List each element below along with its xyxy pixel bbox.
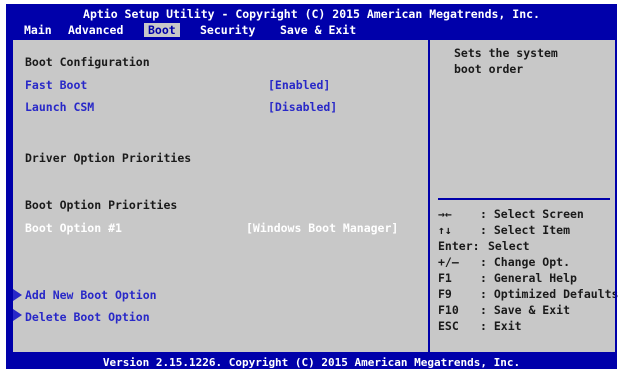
key-select-screen-desc: : Select Screen [480, 207, 584, 221]
tab-save-exit[interactable]: Save & Exit [276, 23, 360, 37]
fast-boot-label[interactable]: Fast Boot [25, 78, 87, 92]
key-enter: Enter: [438, 239, 480, 253]
key-enter-desc: Select [488, 239, 530, 253]
submenu-arrow-icon [13, 289, 22, 301]
key-select-item-icon: ↑↓ [438, 223, 452, 237]
submenu-arrow-icon [13, 309, 22, 321]
bios-screen: Aptio Setup Utility - Copyright (C) 2015… [6, 4, 619, 369]
key-f10: F10 [438, 303, 459, 317]
help-text-line-2: boot order [454, 62, 524, 76]
tab-security[interactable]: Security [196, 23, 259, 37]
help-divider [438, 198, 610, 200]
launch-csm-label[interactable]: Launch CSM [25, 100, 94, 114]
help-text-line-1: Sets the system [454, 46, 558, 60]
key-select-item-desc: : Select Item [480, 223, 571, 237]
section-driver-option-priorities: Driver Option Priorities [25, 151, 192, 165]
key-esc-desc: : Exit [480, 319, 522, 333]
key-f10-desc: : Save & Exit [480, 303, 571, 317]
add-new-boot-option[interactable]: Add New Boot Option [25, 288, 157, 302]
section-boot-option-priorities: Boot Option Priorities [25, 198, 178, 212]
key-select-screen-icon: →← [438, 207, 452, 221]
tab-advanced[interactable]: Advanced [64, 23, 127, 37]
help-panel: Sets the system boot order →← : Select S… [430, 38, 619, 354]
key-f1-desc: : General Help [480, 271, 577, 285]
tab-boot[interactable]: Boot [144, 23, 180, 37]
tab-main[interactable]: Main [20, 23, 56, 37]
key-change-opt-desc: : Change Opt. [480, 255, 571, 269]
version-footer: Version 2.15.1226. Copyright (C) 2015 Am… [102, 356, 521, 369]
launch-csm-value[interactable]: [Disabled] [268, 100, 337, 114]
key-f1: F1 [438, 271, 452, 285]
menu-bar: Main Advanced Boot Security Save & Exit [6, 22, 617, 38]
delete-boot-option[interactable]: Delete Boot Option [25, 310, 150, 324]
section-boot-configuration: Boot Configuration [25, 55, 150, 69]
settings-panel: Boot Configuration Fast Boot [Enabled] L… [11, 38, 428, 354]
fast-boot-value[interactable]: [Enabled] [268, 78, 330, 92]
key-f9: F9 [438, 287, 452, 301]
key-change-opt: +/— [438, 255, 459, 269]
boot-option-1-value[interactable]: [Windows Boot Manager] [246, 221, 398, 235]
boot-option-1-label[interactable]: Boot Option #1 [25, 221, 122, 235]
key-f9-desc: : Optimized Defaults [480, 287, 619, 301]
window-title: Aptio Setup Utility - Copyright (C) 2015… [83, 7, 540, 21]
key-esc: ESC [438, 319, 459, 333]
